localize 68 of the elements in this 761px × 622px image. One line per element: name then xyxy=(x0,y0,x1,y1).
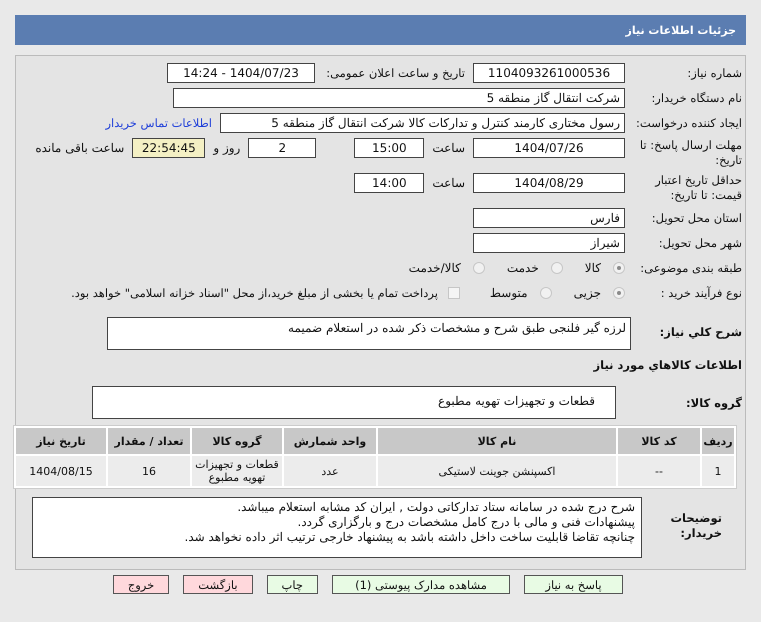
validity-time-field: 14:00 xyxy=(354,173,424,193)
column-header: تاریخ نیاز xyxy=(16,428,106,454)
field-label: شماره نیاز: xyxy=(686,66,742,80)
action-button[interactable]: چاپ xyxy=(266,575,318,594)
table-cell: -- xyxy=(618,456,700,486)
action-button[interactable]: مشاهده مدارک پیوستی (1) xyxy=(332,575,510,594)
note-line: شرح درج شده در سامانه ستاد تدارکاتی دولت , ایران کد مشابه استعلام میباشد. xyxy=(236,500,635,515)
note-line: چنانچه تقاضا قابلیت ساخت داخل داشته باشد به پیشنهاد خارجی ترتیب اثر داده نخواهد شد. xyxy=(184,530,635,545)
radio-button[interactable] xyxy=(472,262,485,274)
table-cell: 1404/08/15 xyxy=(16,456,106,486)
note-line: پیشنهادات فنی و مالی با درج کامل مشخصات درج و بارگزاری گردد. xyxy=(296,515,635,530)
time-label: ساعت xyxy=(432,140,465,157)
action-button[interactable]: پاسخ به نیاز xyxy=(524,575,623,594)
field-label: شهر محل تحویل: xyxy=(658,236,742,250)
column-header: نام کالا xyxy=(378,428,616,454)
deadline-date-field: 1404/07/26 xyxy=(473,138,625,158)
checkbox[interactable] xyxy=(448,287,460,299)
remaining-label: ساعت باقی مانده xyxy=(35,140,124,157)
section-heading: اطلاعات كالاهاي مورد نياز xyxy=(592,358,743,372)
remaining-time-field: 22:54:45 xyxy=(132,138,206,158)
radio-label: کالا xyxy=(584,261,601,275)
buyer-contact-link[interactable]: اطلاعات تماس خریدار xyxy=(105,116,212,130)
action-button[interactable]: خروج xyxy=(112,575,170,594)
days-field: 2 xyxy=(248,138,316,158)
column-header: واحد شمارش xyxy=(284,428,376,454)
radio-button[interactable] xyxy=(540,287,552,299)
city-field: شیراز xyxy=(473,233,625,253)
field-label: نوع فرآیند خرید : xyxy=(660,286,742,300)
deadline-time-field: 15:00 xyxy=(354,138,424,158)
page-title: جزئیات اطلاعات نیاز xyxy=(626,24,736,36)
column-header: کد کالا xyxy=(618,428,700,454)
radio-label: خدمت xyxy=(506,261,539,275)
field-label: حداقل تاریخ اعتبار قیمت: تا تاریخ: xyxy=(654,173,742,203)
field-label: شرح كلي نياز: xyxy=(658,324,742,340)
table-cell: قطعات و تجهیزات تهویه مطبوع xyxy=(192,456,282,486)
radio-label: جزیی xyxy=(574,286,601,300)
field-label: طبقه بندی موضوعی: xyxy=(639,260,742,276)
description-field: لرزه گیر فلنجی طبق شرح و مشخصات ذکر شده در استعلام ضمیمه xyxy=(107,317,631,350)
radio-button[interactable] xyxy=(613,287,625,299)
field-label: استان محل تحویل: xyxy=(650,210,742,226)
payment-note: پرداخت تمام یا بخشی از مبلغ خرید،از محل "اسناد خزانه اسلامی" خواهد بود. xyxy=(71,286,438,300)
time-label: ساعت xyxy=(432,175,465,192)
field-label: توضیحات خریدار: xyxy=(670,510,723,541)
field-label: ایجاد کننده درخواست: xyxy=(635,116,742,130)
requester-field: رسول مختاری کارمند کنترل و تدارکات کالا شرکت انتقال گاز منطقه 5 xyxy=(220,113,625,133)
radio-button[interactable] xyxy=(613,262,625,274)
table-cell: اکسپنشن جوینت لاستیکی xyxy=(378,456,616,486)
column-header: تعداد / مقدار xyxy=(108,428,190,454)
field-label: نام دستگاه خریدار: xyxy=(650,90,742,106)
table-cell: 16 xyxy=(108,456,190,486)
column-header: ردیف xyxy=(702,428,734,454)
action-button[interactable]: بازگشت xyxy=(183,575,253,594)
table-cell: 1 xyxy=(702,456,734,486)
days-label: روز و xyxy=(213,140,240,157)
province-field: فارس xyxy=(473,208,625,228)
radio-button[interactable] xyxy=(550,262,563,274)
announce-date-field: 1404/07/23 - 14:24 xyxy=(167,63,315,83)
field-label: گروه کالا: xyxy=(685,395,742,411)
column-header: گروه کالا xyxy=(192,428,282,454)
goods-group-field: قطعات و تجهیزات تهویه مطبوع xyxy=(92,386,616,419)
field-label: مهلت ارسال پاسخ: تا تاریخ: xyxy=(638,138,742,168)
radio-label: متوسط xyxy=(490,286,528,300)
field-label: تاریخ و ساعت اعلان عمومی: xyxy=(325,66,465,80)
radio-label: کالا/خدمت xyxy=(408,261,461,275)
validity-date-field: 1404/08/29 xyxy=(473,173,625,193)
table-cell: عدد xyxy=(284,456,376,486)
need-number-field: 1104093261000536 xyxy=(473,63,625,83)
buyer-org-field: شرکت انتقال گاز منطقه 5 xyxy=(173,88,625,108)
